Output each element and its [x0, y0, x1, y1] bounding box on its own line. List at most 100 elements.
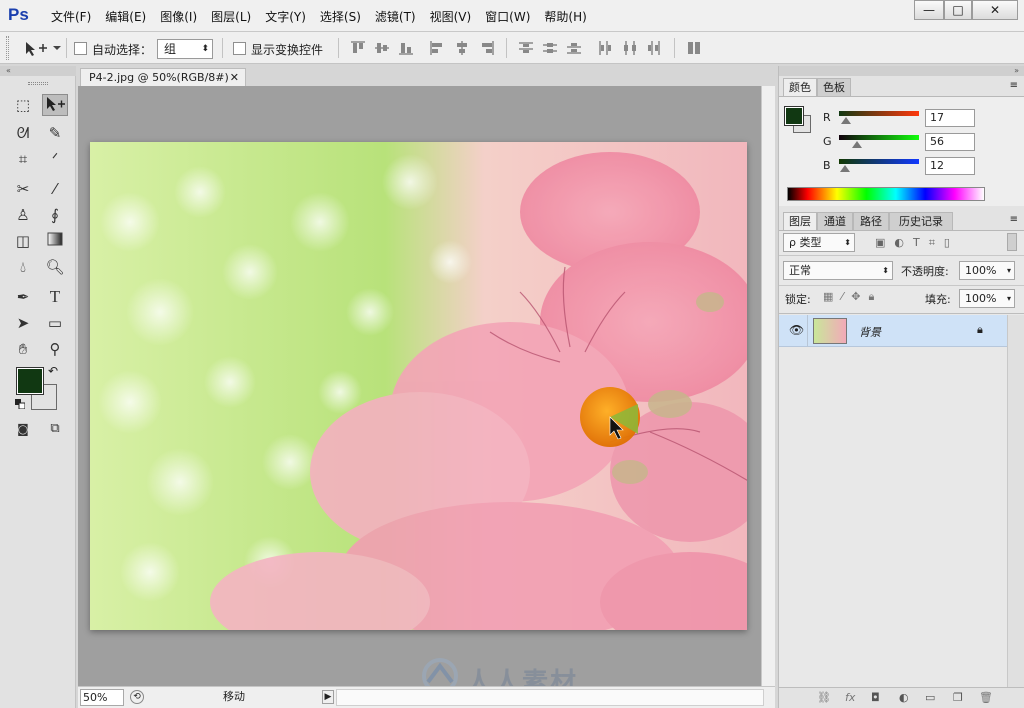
eye-visibility-icon[interactable]: 👁︎: [789, 323, 804, 337]
rectangular-marquee-tool-icon[interactable]: ⬚: [10, 94, 36, 116]
color-fg-swatch[interactable]: [784, 106, 804, 126]
distribute-bottom-icon[interactable]: [566, 41, 582, 55]
tab-paths[interactable]: 路径: [853, 212, 889, 230]
minimize-button[interactable]: —: [914, 0, 944, 20]
align-vertical-center-icon[interactable]: [374, 41, 390, 55]
path-selection-tool-icon[interactable]: ➤: [10, 312, 36, 334]
quick-mask-icon[interactable]: ◙: [10, 418, 36, 440]
status-refresh-icon[interactable]: ⟲: [130, 690, 144, 704]
close-button[interactable]: ✕: [972, 0, 1018, 20]
add-mask-icon[interactable]: ◘: [871, 691, 880, 704]
green-value-field[interactable]: 56: [925, 133, 975, 151]
tab-swatches[interactable]: 色板: [817, 78, 851, 96]
crop-tool-icon[interactable]: ⌗: [10, 148, 36, 170]
screen-mode-icon[interactable]: ⧉: [42, 418, 68, 440]
maximize-button[interactable]: □: [944, 0, 972, 20]
blue-value-field[interactable]: 12: [925, 157, 975, 175]
layer-name[interactable]: 背景: [859, 324, 881, 340]
color-spectrum-bar[interactable]: [787, 187, 985, 201]
layer-row[interactable]: 👁︎ 背景 🔒︎: [779, 315, 1007, 347]
menu-file[interactable]: 文件(F): [44, 8, 98, 25]
auto-select-checkbox[interactable]: [74, 42, 87, 55]
history-brush-tool-icon[interactable]: ∮: [42, 204, 68, 226]
align-bottom-icon[interactable]: [398, 41, 414, 55]
adjustment-layer-icon[interactable]: ◐: [899, 691, 909, 704]
clone-stamp-tool-icon[interactable]: ♙: [10, 204, 36, 226]
menu-edit[interactable]: 编辑(E): [98, 8, 153, 25]
blue-slider[interactable]: [839, 159, 919, 164]
menu-type[interactable]: 文字(Y): [258, 8, 313, 25]
lock-options-icons[interactable]: ▦⁄✥🔒︎: [823, 290, 882, 304]
show-transform-checkbox[interactable]: [233, 42, 246, 55]
distribute-horizontal-center-icon[interactable]: [622, 41, 638, 55]
distribute-left-icon[interactable]: [598, 41, 614, 55]
filter-toggle[interactable]: [1007, 233, 1017, 251]
menu-select[interactable]: 选择(S): [313, 8, 368, 25]
auto-align-layers-icon[interactable]: [686, 41, 702, 55]
auto-select-target-select[interactable]: 组 ⬍: [157, 39, 213, 59]
distribute-vertical-center-icon[interactable]: [542, 41, 558, 55]
green-slider-thumb[interactable]: [852, 141, 862, 148]
quick-selection-tool-icon[interactable]: ✎: [42, 122, 68, 144]
blend-mode-select[interactable]: 正常 ⬍: [783, 261, 893, 280]
move-tool-icon[interactable]: [42, 94, 68, 116]
lasso-tool-icon[interactable]: ᘛ: [10, 122, 36, 144]
gradient-tool-icon[interactable]: [42, 230, 68, 252]
menu-image[interactable]: 图像(I): [153, 8, 204, 25]
layer-filter-icons[interactable]: ▣◐T⌗▯: [875, 236, 959, 250]
align-top-icon[interactable]: [350, 41, 366, 55]
layers-scrollbar[interactable]: [1007, 315, 1024, 687]
status-expand-arrow-icon[interactable]: ▶: [322, 690, 334, 704]
dodge-tool-icon[interactable]: 🔍︎: [42, 256, 68, 278]
tab-history[interactable]: 历史记录: [889, 212, 953, 230]
panel-menu-icon[interactable]: ≡: [1010, 80, 1018, 91]
blue-slider-thumb[interactable]: [840, 165, 850, 172]
delete-layer-icon[interactable]: 🗑︎: [979, 691, 993, 704]
fill-field[interactable]: 100% ▾: [959, 289, 1015, 308]
distribute-right-icon[interactable]: [646, 41, 662, 55]
vertical-scrollbar[interactable]: [761, 86, 775, 686]
horizontal-scrollbar[interactable]: [336, 689, 764, 706]
swap-colors-icon[interactable]: ↶: [48, 364, 58, 378]
eyedropper-tool-icon[interactable]: ᐟ: [42, 148, 68, 170]
tab-color[interactable]: 颜色: [783, 78, 817, 96]
hand-tool-icon[interactable]: ✋︎: [10, 338, 36, 360]
move-tool-preset-icon[interactable]: [22, 38, 62, 58]
menu-window[interactable]: 窗口(W): [478, 8, 537, 25]
menu-layer[interactable]: 图层(L): [204, 8, 258, 25]
type-tool-icon[interactable]: T: [42, 286, 68, 308]
link-layers-icon[interactable]: ⛓︎: [817, 691, 831, 704]
tab-channels[interactable]: 通道: [817, 212, 853, 230]
new-layer-icon[interactable]: ❐: [953, 691, 963, 704]
collapse-panels-icon[interactable]: »: [779, 66, 1024, 76]
distribute-top-icon[interactable]: [518, 41, 534, 55]
zoom-tool-icon[interactable]: ⚲: [42, 338, 68, 360]
menu-view[interactable]: 视图(V): [423, 8, 479, 25]
green-slider[interactable]: [839, 135, 919, 140]
layers-menu-icon[interactable]: ≡: [1010, 214, 1018, 225]
eraser-tool-icon[interactable]: ◫: [10, 230, 36, 252]
layer-style-icon[interactable]: fx: [845, 691, 855, 704]
new-group-icon[interactable]: ▭: [925, 691, 935, 704]
close-tab-icon[interactable]: ✕: [230, 69, 239, 86]
double-arrow-icon[interactable]: «: [0, 66, 76, 76]
rectangle-tool-icon[interactable]: ▭: [42, 312, 68, 334]
align-left-icon[interactable]: [430, 41, 446, 55]
brush-tool-icon[interactable]: ⁄: [42, 178, 68, 200]
red-slider[interactable]: [839, 111, 919, 116]
foreground-color-swatch[interactable]: [16, 367, 44, 395]
align-right-icon[interactable]: [478, 41, 494, 55]
healing-brush-tool-icon[interactable]: ✂: [10, 178, 36, 200]
zoom-field[interactable]: 50%: [80, 689, 124, 706]
opacity-field[interactable]: 100% ▾: [959, 261, 1015, 280]
document-tab[interactable]: P4-2.jpg @ 50%(RGB/8#) ✕: [80, 68, 246, 86]
menu-filter[interactable]: 滤镜(T): [368, 8, 423, 25]
layer-filter-select[interactable]: ρ 类型 ⬍: [783, 233, 855, 252]
align-horizontal-center-icon[interactable]: [454, 41, 470, 55]
default-colors-icon[interactable]: [15, 398, 26, 410]
tab-layers[interactable]: 图层: [783, 212, 817, 230]
menu-help[interactable]: 帮助(H): [537, 8, 593, 25]
document-image[interactable]: [90, 142, 747, 630]
red-value-field[interactable]: 17: [925, 109, 975, 127]
pen-tool-icon[interactable]: ✒: [10, 286, 36, 308]
